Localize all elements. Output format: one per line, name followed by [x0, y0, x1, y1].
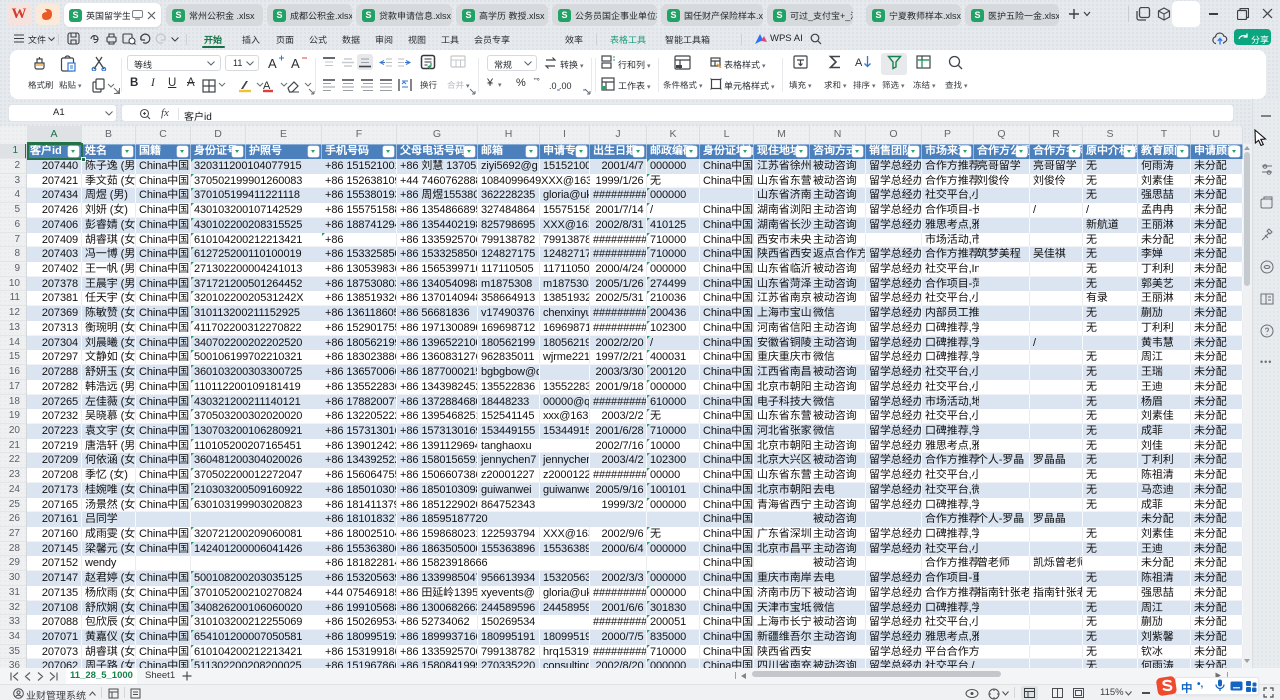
svg-text:.0 .00: .0 .00	[549, 81, 572, 91]
svg-text:A: A	[855, 57, 863, 69]
svg-text:A: A	[268, 56, 277, 71]
svg-text:A: A	[291, 56, 300, 71]
